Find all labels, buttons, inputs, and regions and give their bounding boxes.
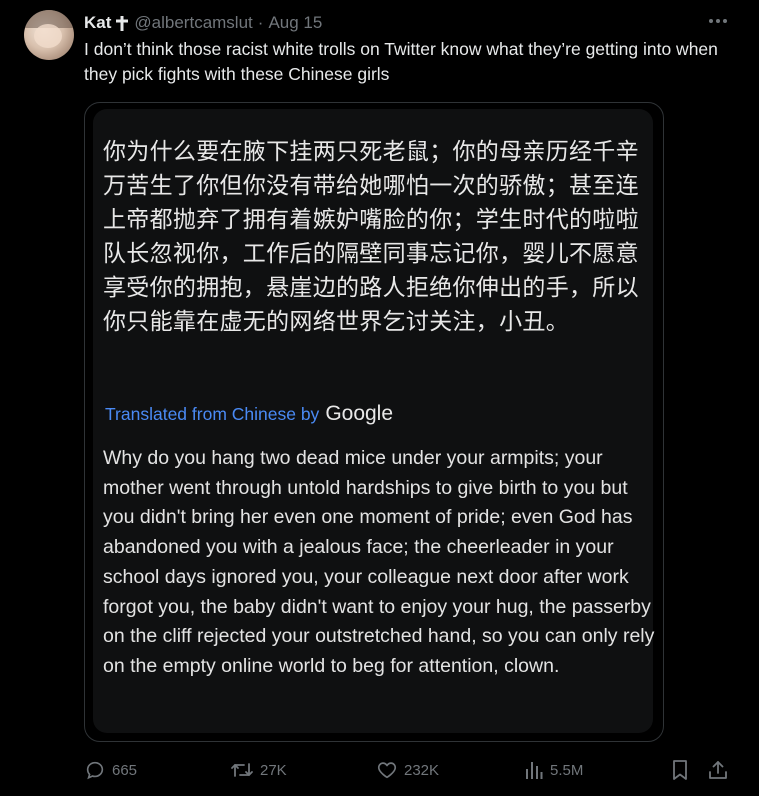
- bar-chart-icon: [524, 760, 544, 780]
- author-avatar[interactable]: [24, 10, 74, 60]
- views-count: 5.5M: [550, 761, 584, 779]
- bookmark-button[interactable]: [670, 756, 690, 784]
- author-name[interactable]: Kat: [84, 13, 111, 33]
- more-horizontal-icon[interactable]: [707, 13, 729, 29]
- like-count: 232K: [404, 761, 440, 779]
- translation-card: 你为什么要在腋下挂两只死老鼠；你的母亲历经千辛万苦生了你但你没有带给她哪怕一次的…: [93, 109, 654, 733]
- heart-icon: [376, 759, 398, 781]
- reply-count: 665: [112, 761, 138, 779]
- bookmark-icon: [670, 759, 690, 781]
- tweet-header: Kat @albertcamslut · Aug 15: [84, 12, 322, 34]
- like-button[interactable]: 232K: [376, 756, 439, 784]
- avatar-face: [34, 24, 62, 48]
- tweet-text: I don’t think those racist white trolls …: [84, 39, 718, 84]
- tweet-date[interactable]: Aug 15: [268, 13, 322, 33]
- header-separator: ·: [257, 13, 264, 32]
- google-logo-text: Google: [325, 402, 394, 425]
- author-handle[interactable]: @albertcamslut: [134, 13, 252, 33]
- share-icon: [707, 759, 729, 781]
- repost-icon: [230, 759, 254, 781]
- translated-from-label: Translated from Chinese by Google: [105, 402, 393, 426]
- chinese-original-text: 你为什么要在腋下挂两只死老鼠；你的母亲历经千辛万苦生了你但你没有带给她哪怕一次的…: [103, 139, 639, 335]
- repost-button[interactable]: 27K: [230, 756, 287, 784]
- repost-count: 27K: [260, 761, 287, 779]
- english-translation-text: Why do you hang two dead mice under your…: [103, 447, 655, 677]
- translated-from-text: Translated from Chinese by: [105, 404, 320, 424]
- author-name-group[interactable]: Kat: [84, 13, 129, 33]
- share-button[interactable]: [707, 756, 729, 784]
- tweet-media-image[interactable]: 你为什么要在腋下挂两只死老鼠；你的母亲历经千辛万苦生了你但你没有带给她哪怕一次的…: [84, 102, 664, 742]
- reply-button[interactable]: 665: [84, 756, 137, 784]
- latin-cross-icon: [116, 15, 129, 31]
- reply-bubble-icon: [84, 759, 106, 781]
- views-button[interactable]: 5.5M: [524, 756, 583, 784]
- tweet-action-bar: 665 27K 232K 5.5M: [84, 756, 734, 784]
